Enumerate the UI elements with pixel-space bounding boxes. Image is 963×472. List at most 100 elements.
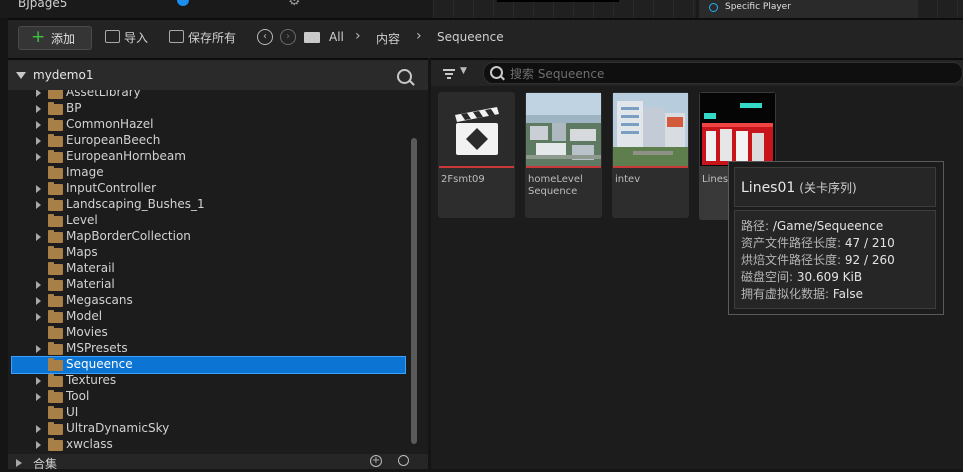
asset-name: 2Fsmt09	[441, 174, 485, 185]
folder-tree-item[interactable]: UltraDynamicSky	[8, 421, 410, 437]
expand-arrow-icon[interactable]	[36, 441, 41, 449]
tooltip-header: Lines01 (关卡序列)	[734, 167, 936, 207]
tooltip-body: 路径: /Game/Sequeence 资产文件路径长度: 47 / 210 烘…	[734, 210, 936, 309]
expand-icon[interactable]	[16, 459, 22, 467]
graph-node-edge	[497, 0, 619, 2]
expand-arrow-icon[interactable]	[36, 201, 41, 209]
specific-player-label: Specific Player	[725, 2, 791, 12]
add-button[interactable]: + 添加	[18, 26, 92, 50]
folder-tree-item[interactable]: MSPresets	[8, 341, 410, 357]
asset-tile[interactable]: homeLevel Sequence	[525, 92, 602, 218]
expand-arrow-icon[interactable]	[36, 425, 41, 433]
chevron-right-icon[interactable]: ›	[355, 28, 361, 44]
save-all-label: 保存所有	[188, 31, 237, 45]
asset-search-input[interactable]: 搜索 Sequeence	[483, 62, 963, 84]
filter-icon[interactable]	[443, 69, 455, 79]
expand-arrow-icon[interactable]	[36, 313, 41, 321]
folder-tree-item[interactable]: UI	[8, 405, 410, 421]
breadcrumb-all[interactable]: All	[329, 30, 344, 44]
folder-label: Image	[66, 165, 104, 179]
folder-icon	[48, 390, 63, 403]
filter-bar: ▼ 搜索 Sequeence	[431, 60, 963, 86]
level-tab-label[interactable]: BJpage5	[18, 0, 67, 10]
tooltip-row: 磁盘空间: 30.609 KiB	[741, 268, 862, 285]
breadcrumb-sequeence[interactable]: Sequeence	[437, 30, 504, 44]
folder-icon[interactable]	[304, 32, 320, 43]
tooltip-value: 30.609 KiB	[796, 270, 863, 284]
asset-tile[interactable]: intev	[612, 92, 689, 218]
gear-icon[interactable]: ⚙	[288, 0, 301, 9]
folder-tree-item[interactable]: InputController	[8, 181, 410, 197]
sources-header[interactable]: mydemo1	[8, 60, 428, 90]
folder-icon	[48, 198, 63, 211]
folder-tree-item[interactable]: Maps	[8, 245, 410, 261]
folder-tree-item[interactable]: Movies	[8, 325, 410, 341]
save-all-button[interactable]: 保存所有	[169, 29, 236, 46]
expand-arrow-icon[interactable]	[36, 377, 41, 385]
expand-arrow-icon[interactable]	[36, 185, 41, 193]
aerial-city-thumbnail	[526, 93, 601, 166]
folder-tree-item[interactable]: Materail	[8, 261, 410, 277]
folder-tree-item[interactable]: xwclass	[8, 437, 410, 453]
folder-tree-item[interactable]: AssetLibrary	[8, 90, 410, 101]
folder-icon	[48, 166, 63, 179]
import-button[interactable]: 导入	[105, 29, 148, 46]
folder-tree-item[interactable]: Level	[8, 213, 410, 229]
expand-arrow-icon[interactable]	[36, 121, 41, 129]
folder-tree-item[interactable]: Material	[8, 277, 410, 293]
folder-tree-item[interactable]: Sequeence	[11, 356, 406, 374]
folder-tree-item[interactable]: Image	[8, 165, 410, 181]
folder-tree: AssetLibrary BP CommonHazel EuropeanBeech Eu…	[8, 90, 410, 454]
folder-tree-item[interactable]: Megascans	[8, 293, 410, 309]
search-icon[interactable]	[397, 69, 412, 84]
forward-icon[interactable]: ›	[280, 29, 296, 45]
expand-arrow-icon[interactable]	[36, 137, 41, 145]
expand-arrow-icon[interactable]	[36, 345, 41, 353]
expand-arrow-icon[interactable]	[36, 105, 41, 113]
folder-tree-item[interactable]: EuropeanBeech	[8, 133, 410, 149]
folder-tree-item[interactable]: Model	[8, 309, 410, 325]
folder-tree-item[interactable]: BP	[8, 101, 410, 117]
clapperboard-icon	[439, 93, 514, 166]
specific-player-node[interactable]: Specific Player	[699, 0, 917, 18]
chevron-right-icon[interactable]: ›	[416, 28, 422, 44]
folder-tree-item[interactable]: Landscaping_Bushes_1	[8, 197, 410, 213]
folder-label: AssetLibrary	[66, 90, 141, 99]
folder-icon	[48, 182, 63, 195]
folder-label: InputController	[66, 181, 157, 195]
folder-label: Textures	[66, 373, 117, 387]
tooltip-key: 拥有虚拟化数据:	[741, 287, 830, 301]
collapse-icon[interactable]	[16, 72, 26, 79]
folder-tree-item[interactable]: MapBorderCollection	[8, 229, 410, 245]
asset-tile[interactable]: 2Fsmt09	[438, 92, 515, 218]
expand-arrow-icon[interactable]	[36, 281, 41, 289]
expand-arrow-icon[interactable]	[36, 297, 41, 305]
tree-scrollbar[interactable]	[411, 138, 417, 444]
folder-icon	[48, 406, 63, 419]
folder-icon	[48, 278, 63, 291]
expand-arrow-icon[interactable]	[36, 393, 41, 401]
folder-icon	[48, 294, 63, 307]
tooltip-value: /Game/Sequeence	[772, 219, 884, 233]
folder-icon	[48, 134, 63, 147]
tooltip-value: 92 / 260	[844, 253, 895, 267]
chevron-down-icon[interactable]: ▼	[460, 66, 467, 76]
expand-arrow-icon[interactable]	[36, 90, 41, 97]
expand-arrow-icon[interactable]	[36, 233, 41, 241]
rig-render-thumbnail	[700, 93, 775, 166]
expand-arrow-icon[interactable]	[36, 153, 41, 161]
folder-label: Megascans	[66, 293, 133, 307]
folder-tree-item[interactable]: Tool	[8, 389, 410, 405]
breadcrumb-content[interactable]: 内容	[376, 30, 400, 47]
folder-icon	[48, 230, 63, 243]
folder-tree-item[interactable]: Textures	[8, 373, 410, 389]
folder-tree-item[interactable]: CommonHazel	[8, 117, 410, 133]
tooltip-title-line: Lines01 (关卡序列)	[741, 179, 857, 196]
folder-icon	[48, 358, 63, 371]
search-icon[interactable]	[398, 455, 409, 466]
folder-tree-item[interactable]: EuropeanHornbeam	[8, 149, 410, 165]
back-icon[interactable]: ‹	[257, 29, 273, 45]
add-collection-icon[interactable]: +	[370, 455, 382, 467]
folder-icon	[48, 422, 63, 435]
tooltip-title: Lines01	[741, 180, 796, 196]
